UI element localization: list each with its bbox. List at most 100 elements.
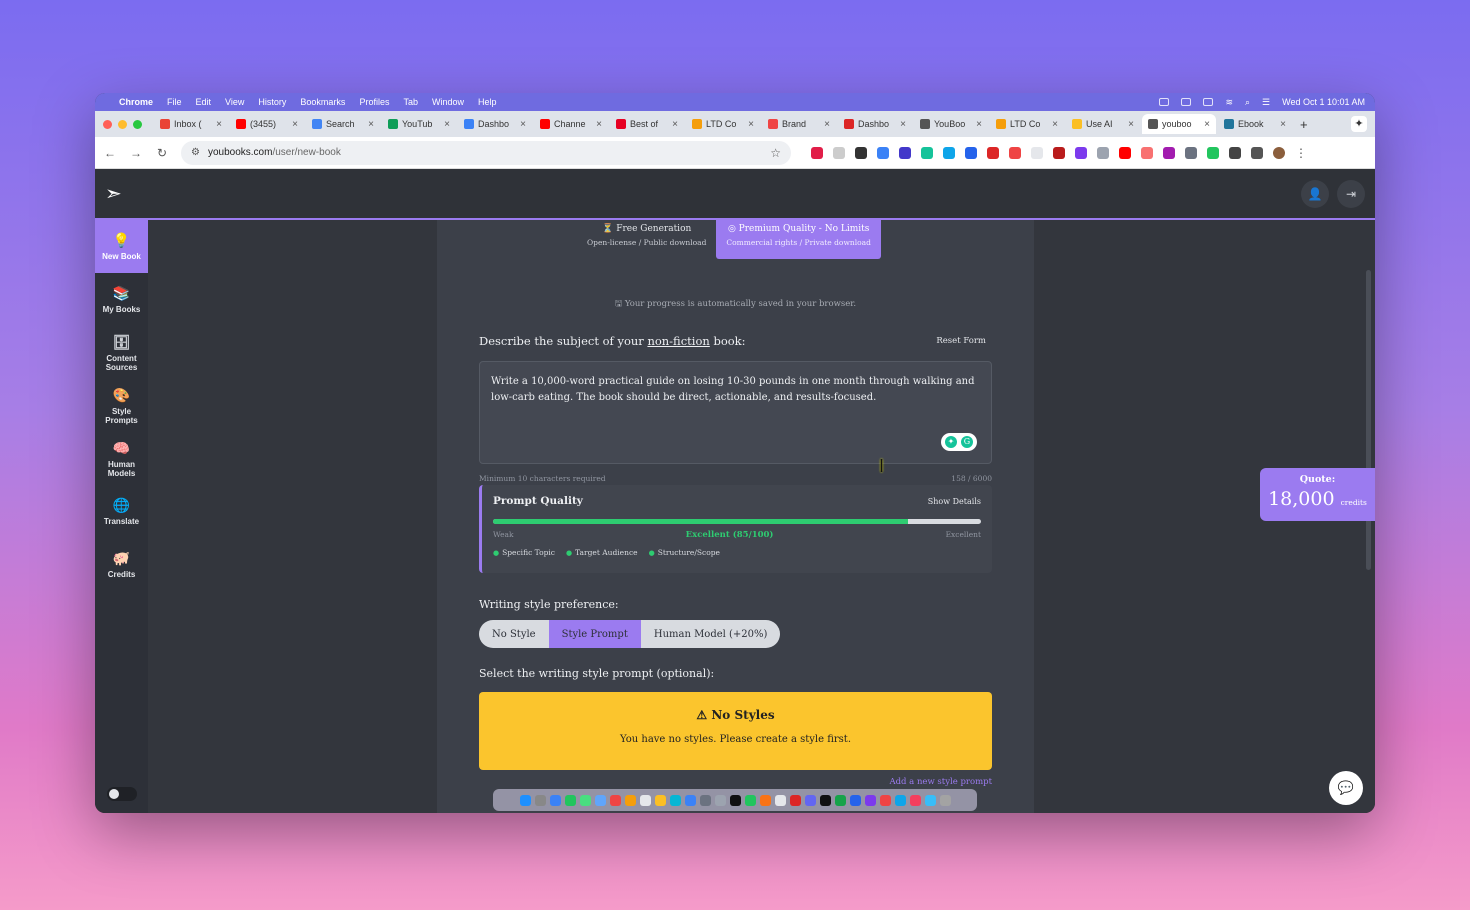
close-tab-icon[interactable]: × [1128, 119, 1134, 130]
menu-window[interactable]: Window [432, 97, 464, 107]
dock-app-icon[interactable] [909, 794, 921, 806]
sidebar-item-human-models[interactable]: 🧠 Human Models [95, 432, 148, 485]
dock-app-icon[interactable] [834, 794, 846, 806]
dock-app-icon[interactable] [939, 794, 951, 806]
close-tab-icon[interactable]: × [672, 119, 678, 130]
menu-edit[interactable]: Edit [196, 97, 212, 107]
browser-tab[interactable]: LTD Co × [990, 114, 1064, 134]
logout-button[interactable]: ⇥ [1337, 179, 1365, 208]
dock-app-icon[interactable] [714, 794, 726, 806]
site-settings-icon[interactable]: ⚙ [191, 147, 200, 158]
dock-app-icon[interactable] [519, 794, 531, 806]
minimize-window-button[interactable] [118, 119, 127, 129]
browser-tab[interactable]: Search × [306, 114, 380, 134]
grammarly-icon[interactable]: G [961, 436, 973, 448]
option-no-style[interactable]: No Style [479, 620, 549, 648]
eyedropper-extension-icon[interactable] [855, 146, 867, 159]
dock-app-icon[interactable] [534, 794, 546, 806]
reading-list-icon[interactable] [1251, 146, 1263, 159]
search-icon[interactable]: ⌕ [1245, 97, 1250, 108]
menu-bookmarks[interactable]: Bookmarks [300, 97, 345, 107]
extension-icon[interactable] [1141, 146, 1153, 159]
paper-plane-logo-icon[interactable]: ➣ [105, 181, 122, 206]
extension-icon[interactable] [1031, 146, 1043, 159]
sidebar-item-my-books[interactable]: 📚 My Books [95, 273, 148, 326]
browser-tab[interactable]: YouBoo × [914, 114, 988, 134]
browser-tab[interactable]: LTD Co × [686, 114, 760, 134]
dock-app-icon[interactable] [924, 794, 936, 806]
option-style-prompt[interactable]: Style Prompt [548, 620, 641, 648]
show-details-button[interactable]: Show Details [928, 497, 981, 506]
close-tab-icon[interactable]: × [1280, 119, 1286, 130]
reset-form-button[interactable]: Reset Form [930, 332, 992, 350]
more-menu-icon[interactable]: ⋮ [1295, 146, 1307, 160]
option-human-model[interactable]: Human Model (+20%) [640, 620, 781, 648]
sidebar-item-credits[interactable]: 🐖 Credits [95, 538, 148, 591]
extension-icon[interactable] [1053, 146, 1065, 159]
chat-button[interactable]: 💬 [1329, 771, 1363, 805]
close-tab-icon[interactable]: × [216, 119, 222, 130]
browser-tab[interactable]: (3455) × [230, 114, 304, 134]
extension-icon[interactable] [877, 146, 889, 159]
extension-icon[interactable] [1207, 146, 1219, 159]
forward-icon[interactable]: → [129, 146, 143, 160]
close-tab-icon[interactable]: × [368, 119, 374, 130]
close-tab-icon[interactable]: × [292, 119, 298, 130]
dock-app-icon[interactable] [789, 794, 801, 806]
extension-icon[interactable] [1097, 146, 1109, 159]
dock-app-icon[interactable] [774, 794, 786, 806]
menu-clock[interactable]: Wed Oct 1 10:01 AM [1282, 97, 1365, 107]
dock-app-icon[interactable] [609, 794, 621, 806]
browser-tab[interactable]: Dashbo × [838, 114, 912, 134]
browser-tab[interactable]: Ebook × [1218, 114, 1292, 134]
browser-tab[interactable]: youboo × [1142, 114, 1216, 134]
sidebar-item-style-prompts[interactable]: 🎨 Style Prompts [95, 379, 148, 432]
close-tab-icon[interactable]: × [1204, 119, 1210, 130]
browser-tab[interactable]: Use AI × [1066, 114, 1140, 134]
cast-icon[interactable] [1181, 98, 1192, 106]
close-tab-icon[interactable]: × [444, 119, 450, 130]
browser-tab[interactable]: Inbox (× [154, 114, 228, 134]
dock-app-icon[interactable] [594, 794, 606, 806]
ai-sparkle-icon[interactable]: ✦ [1351, 116, 1367, 132]
dark-mode-toggle[interactable] [107, 787, 137, 801]
dock-app-icon[interactable] [759, 794, 771, 806]
close-tab-icon[interactable]: × [748, 119, 754, 130]
extension-icon[interactable] [965, 146, 977, 159]
grammarly-extension-icon[interactable] [921, 146, 933, 159]
dock-app-icon[interactable] [744, 794, 756, 806]
dock-app-icon[interactable] [849, 794, 861, 806]
control-center-icon[interactable]: ☰ [1262, 97, 1270, 108]
reload-icon[interactable]: ↻ [155, 146, 169, 160]
sidebar-item-translate[interactable]: 🌐 Translate [95, 485, 148, 538]
maximize-window-button[interactable] [133, 119, 142, 129]
menu-history[interactable]: History [258, 97, 286, 107]
dock-app-icon[interactable] [894, 794, 906, 806]
browser-tab[interactable]: YouTub × [382, 114, 456, 134]
extension-icon[interactable] [1009, 146, 1021, 159]
browser-tab[interactable]: Brand × [762, 114, 836, 134]
user-profile-button[interactable]: 👤 [1301, 179, 1329, 208]
close-window-button[interactable] [103, 119, 112, 129]
add-style-prompt-link[interactable]: Add a new style prompt [889, 777, 992, 787]
book-description-textarea[interactable]: Write a 10,000-word practical guide on l… [479, 361, 992, 464]
menu-profiles[interactable]: Profiles [359, 97, 389, 107]
youtube-extension-icon[interactable] [1119, 146, 1131, 159]
extension-icon[interactable] [1163, 146, 1175, 159]
menu-file[interactable]: File [167, 97, 182, 107]
dock-app-icon[interactable] [699, 794, 711, 806]
dock-app-icon[interactable] [804, 794, 816, 806]
browser-tab[interactable]: Channe × [534, 114, 608, 134]
dock-app-icon[interactable] [639, 794, 651, 806]
extension-icon[interactable] [833, 146, 845, 159]
screen-icon[interactable] [1159, 98, 1170, 106]
dock-app-icon[interactable] [669, 794, 681, 806]
pen-extension-icon[interactable] [811, 146, 823, 159]
menu-help[interactable]: Help [478, 97, 497, 107]
sidebar-item-new-book[interactable]: 💡 New Book [95, 220, 148, 273]
extension-icon[interactable] [899, 146, 911, 159]
close-tab-icon[interactable]: × [1052, 119, 1058, 130]
extension-icon[interactable] [987, 146, 999, 159]
camera-extension-icon[interactable] [1185, 146, 1197, 159]
tab-free-generation[interactable]: ⏳ Free Generation Open-license / Public … [577, 220, 717, 259]
